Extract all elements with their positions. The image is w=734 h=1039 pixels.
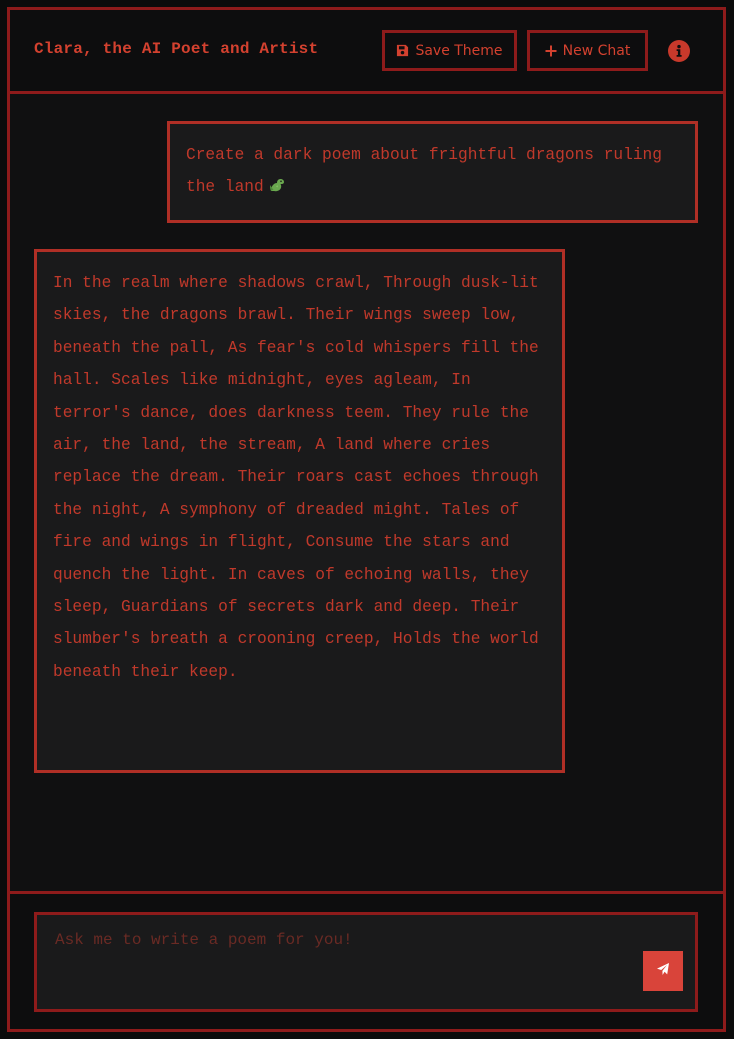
info-circle-icon <box>668 40 690 62</box>
paper-plane-icon <box>656 962 670 981</box>
assistant-message-text: In the realm where shadows crawl, Throug… <box>53 274 539 681</box>
new-chat-label: New Chat <box>562 42 631 59</box>
save-theme-label: Save Theme <box>415 42 503 59</box>
assistant-message: In the realm where shadows crawl, Throug… <box>34 249 565 773</box>
message-input-box <box>34 912 698 1012</box>
chat-area: Create a dark poem about frightful drago… <box>10 94 723 891</box>
user-message-text: Create a dark poem about frightful drago… <box>186 146 662 197</box>
app-title: Clara, the AI Poet and Artist <box>34 40 319 58</box>
composer-area <box>10 891 723 1029</box>
floppy-disk-icon <box>396 44 409 57</box>
plus-icon <box>545 45 557 57</box>
dragon-icon <box>268 174 286 192</box>
user-message: Create a dark poem about frightful drago… <box>167 121 698 223</box>
info-button[interactable] <box>668 40 690 62</box>
send-button[interactable] <box>643 951 683 991</box>
header: Clara, the AI Poet and Artist Save Theme… <box>10 10 723 94</box>
app-window: Clara, the AI Poet and Artist Save Theme… <box>7 7 726 1032</box>
save-theme-button[interactable]: Save Theme <box>382 30 517 71</box>
message-input[interactable] <box>37 915 695 1009</box>
new-chat-button[interactable]: New Chat <box>527 30 648 71</box>
